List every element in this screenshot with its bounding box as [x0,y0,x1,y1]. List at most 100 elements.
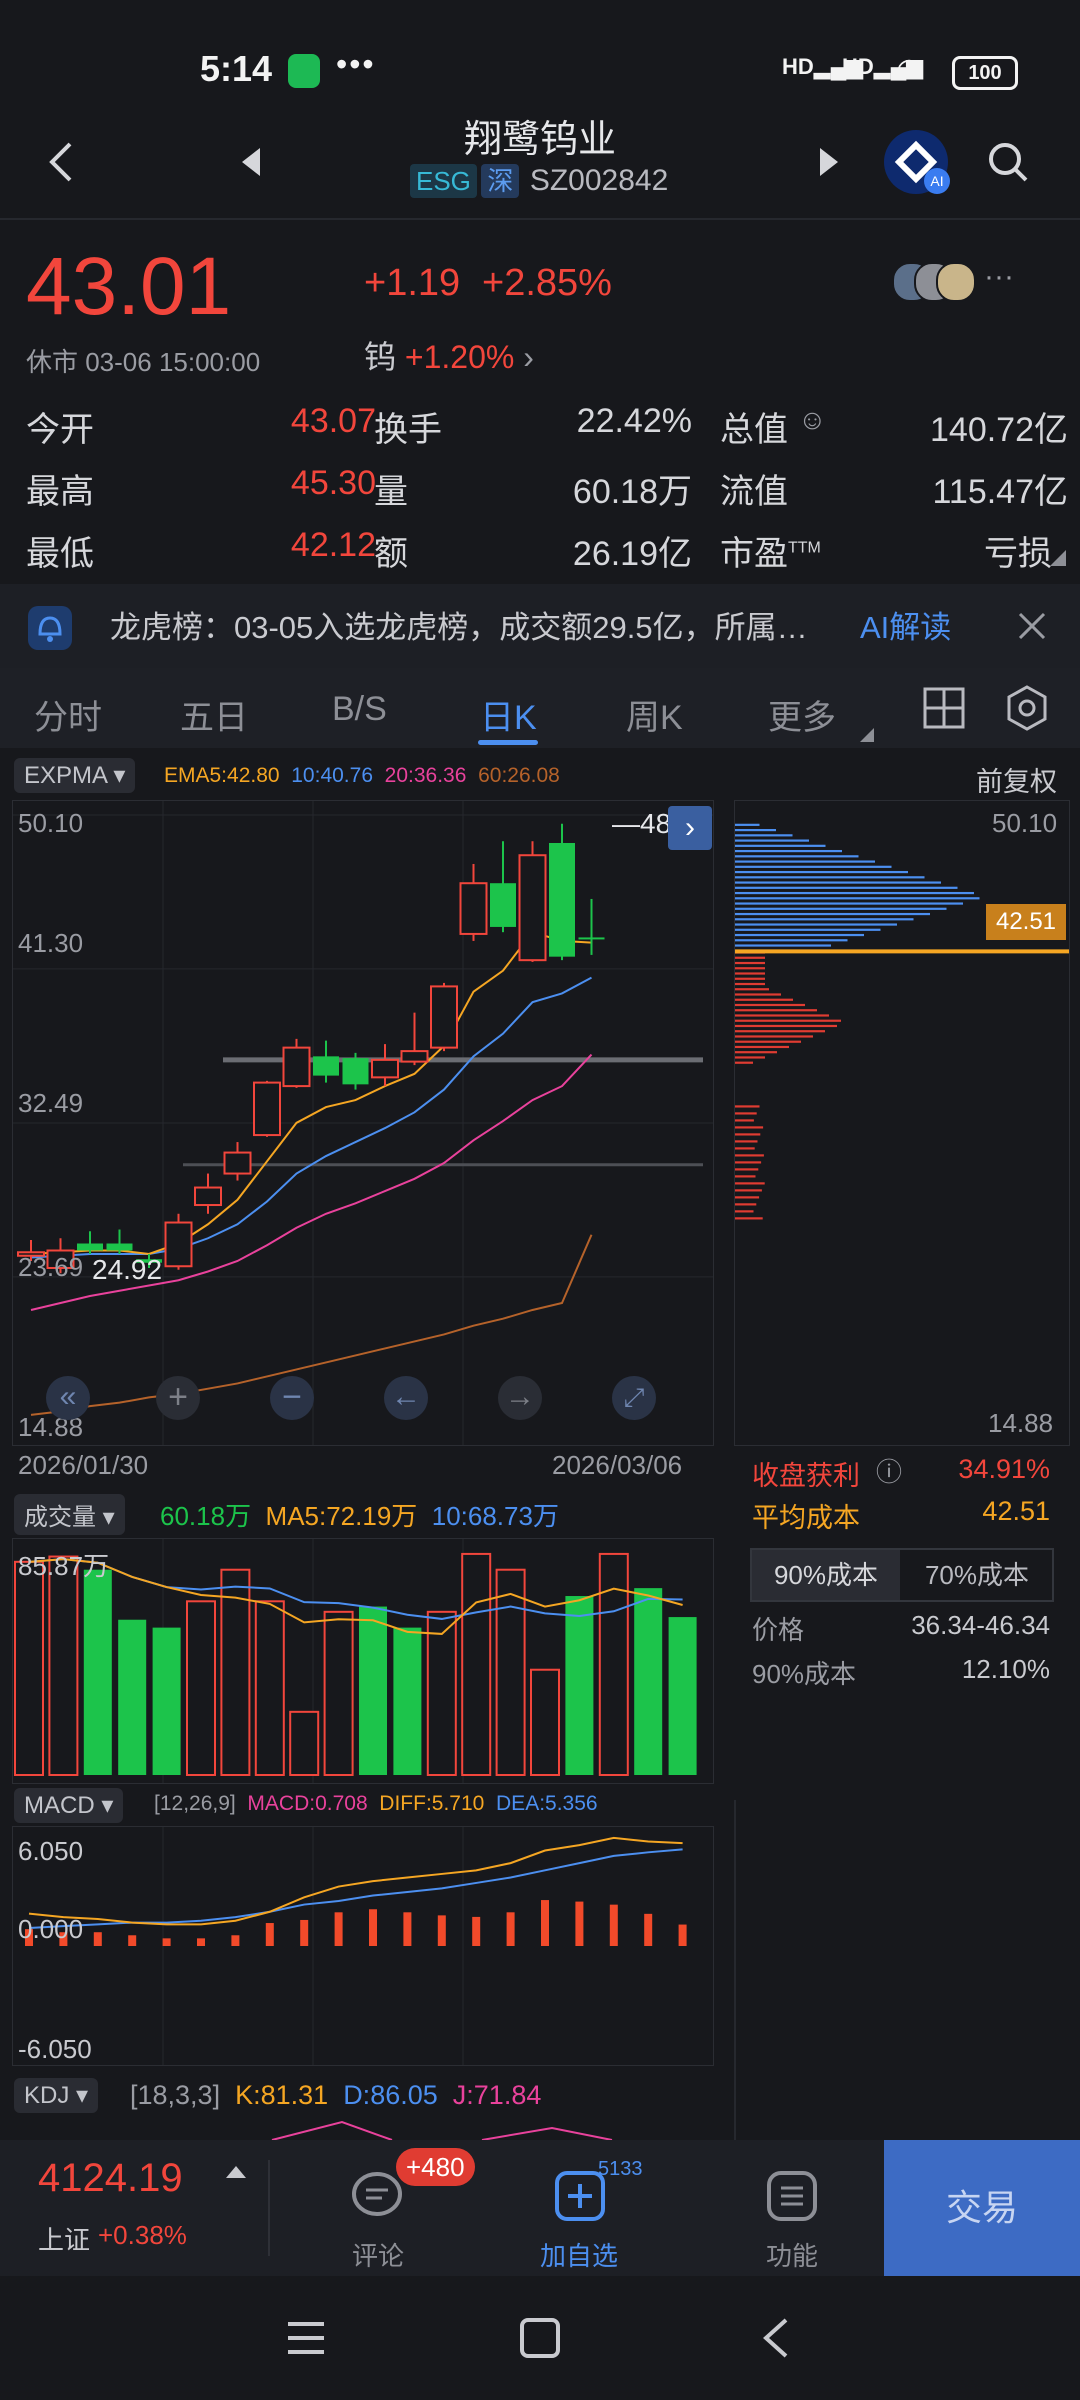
chip-bar [735,823,760,826]
function-button[interactable]: 功能 [756,2158,856,2271]
chip-bar [735,849,842,853]
grid-layout-icon[interactable] [922,686,966,730]
chip-bar [735,881,941,884]
ai-assistant-button[interactable]: AI [884,130,950,194]
chip-bar [735,902,963,905]
chip-bar [735,944,831,947]
volume-bar [220,1568,251,1777]
macd-bar [609,1904,618,1946]
tab-intraday[interactable]: 分时 [34,690,102,739]
chip-bar [735,1140,758,1143]
date-end: 2026/03/06 [552,1450,683,1480]
stats-grid: 今开 43.07 换手 22.42% 总值 ☺ 140.72亿 最高 45.30… [26,402,1068,573]
stat-value: 60.18万 [572,473,692,511]
scroll-left-button[interactable]: ← [384,1376,428,1420]
chip-bar [735,1161,762,1164]
price-change: +1.19 [364,262,461,304]
index-value[interactable]: 4124.19 [38,2156,183,2201]
tab-daily-k[interactable]: 日K [480,690,537,739]
chip-bar [735,972,765,975]
expand-up-icon[interactable] [226,2166,246,2178]
chip-bar [735,912,930,916]
volume-indicator-select[interactable]: 成交量 ▾ [14,1494,125,1535]
chip-bar [735,876,925,879]
tab-weekly-k[interactable]: 周K [626,690,683,739]
chip-bar [735,907,947,910]
candle [253,1081,281,1137]
home-icon[interactable] [518,2316,562,2360]
stock-code: SZ002842 [529,164,669,197]
volume-bar [668,1617,697,1775]
chip-bar [735,1105,760,1108]
tab-90-cost[interactable]: 90%成本 [752,1550,900,1600]
kdj-indicator-select[interactable]: KDJ ▾ [14,2078,99,2113]
more-icon: ··· [984,260,1014,293]
rewind-button[interactable]: « [46,1376,90,1420]
menu-icon[interactable] [284,2318,328,2358]
tab-70-cost[interactable]: 70%成本 [902,1550,1052,1600]
battery-indicator: 100 [952,56,1018,90]
settings-icon[interactable] [1004,684,1050,732]
dragon-tiger-banner[interactable]: 龙虎榜：03-05入选龙虎榜，成交额29.5亿，所属… AI解读 [0,584,1080,668]
tab-bs[interactable]: B/S [332,690,387,729]
info-circle-icon[interactable]: ⓘ [876,1452,902,1489]
chip-bar [735,1056,765,1059]
zoom-out-button[interactable]: − [270,1376,314,1420]
esg-tag[interactable]: ESG [410,164,477,198]
stock-subtitle: ESG 深 SZ002842 [410,164,668,202]
nav-back-icon[interactable] [758,2314,794,2362]
wifi-icon: ◠ [896,53,923,86]
macd-bar [93,1932,102,1946]
macd-chart[interactable] [12,1826,714,2066]
close-icon[interactable] [1016,610,1048,642]
concentration-label: 90%成本 [752,1659,857,1689]
candle [459,882,488,935]
shield-icon [288,54,320,88]
scroll-right-button[interactable]: → [498,1376,542,1420]
expand-corner-icon[interactable] [1050,550,1066,566]
chip-bar [735,1009,817,1012]
fullscreen-button[interactable]: ⤢ [612,1376,656,1420]
volume-bar [565,1596,594,1775]
info-icon[interactable]: ☺ [798,404,827,436]
volume-bar [14,1560,44,1777]
volume-bar [254,1600,285,1776]
indicator-select[interactable]: EXPMA ▾ [14,758,136,793]
kdj-legend: [18,3,3] K:81.31 D:86.05 J:71.84 [130,2080,542,2110]
volume-bar [461,1552,492,1776]
ai-interpret-link[interactable]: AI解读 [860,602,951,647]
system-nav-bar [0,2276,1080,2400]
chip-bar [735,855,859,858]
candle [164,1221,193,1268]
candle [77,1243,103,1251]
stat-label: 市盈TTM [720,535,821,573]
candle [371,1058,399,1079]
zoom-in-button[interactable]: + [156,1376,200,1420]
chart-period-tabs: 分时 五日 B/S 日K 周K 更多 [0,668,1080,748]
chip-top-label: 50.10 [992,808,1058,838]
search-icon[interactable] [986,140,1030,184]
sector-link[interactable]: 钨 +1.20% › [364,332,534,378]
tab-five-day[interactable]: 五日 [180,690,248,739]
kline-chart[interactable] [12,800,714,1446]
chip-bar [735,1040,801,1043]
ema5-line [30,931,592,1256]
avatar [936,262,976,302]
chip-bar [735,1168,759,1171]
chip-bar [735,865,892,868]
volume-legend: 60.18万 MA5:72.19万 10:68.73万 [160,1501,559,1531]
index-name: 上证 [38,2225,91,2255]
volume-bar [530,1668,560,1776]
adjust-mode[interactable]: 前复权 [976,760,1057,799]
volume-chart[interactable] [12,1538,714,1784]
community-avatars[interactable]: ··· [892,260,1022,302]
chip-distribution-chart[interactable] [734,800,1070,1446]
comment-icon [352,2172,402,2216]
tab-more[interactable]: 更多 [768,690,836,739]
macd-indicator-select[interactable]: MACD ▾ [14,1788,124,1823]
trade-button[interactable]: 交易 [884,2140,1080,2276]
expand-chart-button[interactable]: › [668,806,712,850]
stat-label: 最高 [26,473,94,511]
next-stock-icon[interactable] [816,146,842,178]
candle [430,985,458,1049]
